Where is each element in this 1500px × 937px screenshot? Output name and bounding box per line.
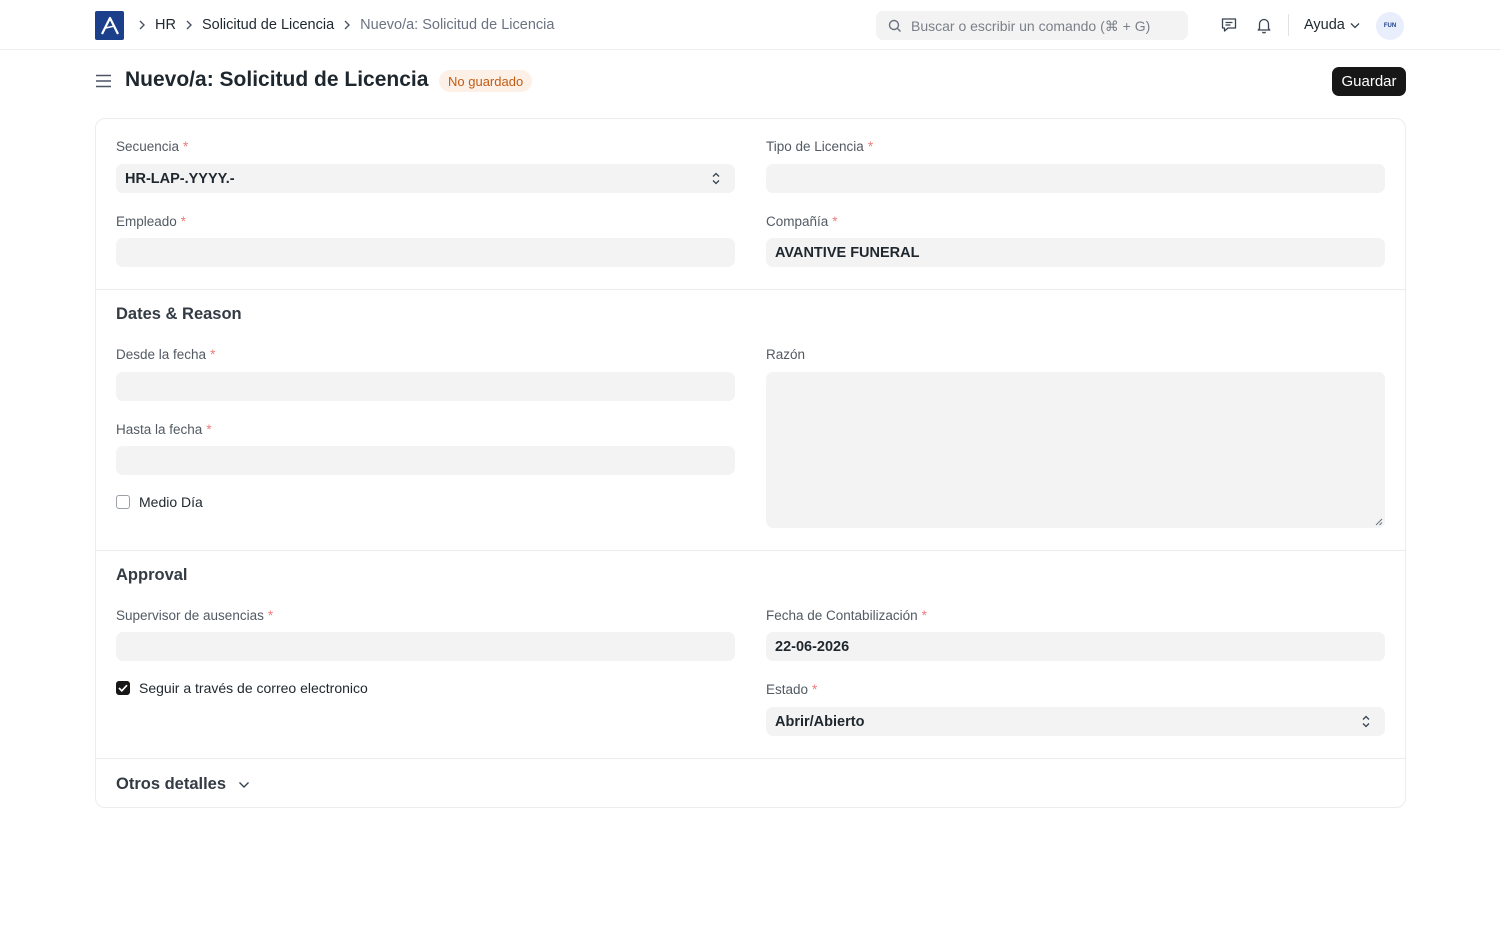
- naming-series-value: HR-LAP-.YYYY.-: [125, 170, 235, 187]
- section-divider: [96, 289, 1405, 290]
- status-select[interactable]: Abrir/Abierto: [766, 707, 1385, 736]
- approval-section-title: Approval: [116, 566, 188, 584]
- help-label: Ayuda: [1304, 17, 1345, 33]
- select-arrows-icon: [712, 172, 720, 185]
- reason-label: Razón: [766, 347, 806, 362]
- resize-handle-icon[interactable]: [1374, 517, 1383, 526]
- follow-email-label: Seguir a través de correo electronico: [139, 680, 368, 696]
- chevron-right-icon: [343, 20, 351, 30]
- leave-approver-input[interactable]: [116, 632, 735, 661]
- breadcrumb-hr[interactable]: HR: [155, 17, 176, 33]
- select-arrows-icon: [1362, 715, 1370, 728]
- leave-type-label: Tipo de Licencia *: [766, 139, 874, 154]
- breadcrumb: HR Solicitud de Licencia Nuevo/a: Solici…: [138, 0, 554, 50]
- other-details-title: Otros detalles: [116, 775, 227, 793]
- breadcrumb-current: Nuevo/a: Solicitud de Licencia: [360, 17, 555, 33]
- employee-label: Empleado *: [116, 214, 187, 229]
- leave-approver-label: Supervisor de ausencias *: [116, 608, 274, 623]
- section-divider: [96, 550, 1405, 551]
- posting-date-label: Fecha de Contabilización *: [766, 608, 927, 623]
- naming-series-select[interactable]: HR-LAP-.YYYY.-: [116, 164, 735, 193]
- avatar[interactable]: FUN: [1376, 12, 1404, 40]
- employee-input[interactable]: [116, 238, 735, 267]
- follow-email-checkbox-row[interactable]: Seguir a través de correo electronico: [116, 680, 368, 696]
- follow-email-checkbox[interactable]: [116, 681, 130, 695]
- sidebar-toggle-icon[interactable]: [95, 72, 113, 90]
- status-value: Abrir/Abierto: [775, 713, 865, 730]
- logo-icon: [100, 16, 119, 34]
- search-icon: [888, 19, 901, 32]
- half-day-checkbox[interactable]: [116, 495, 130, 509]
- from-date-input[interactable]: [116, 372, 735, 401]
- form-card: Secuencia * HR-LAP-.YYYY.- Tipo de Licenc…: [95, 118, 1406, 808]
- chevron-down-icon: [1350, 22, 1360, 28]
- reason-textarea[interactable]: [766, 372, 1385, 528]
- navbar-divider: [1288, 14, 1289, 36]
- check-icon: [118, 684, 128, 692]
- save-button[interactable]: Guardar: [1332, 67, 1406, 96]
- search-bar[interactable]: [876, 11, 1188, 40]
- status-badge: No guardado: [439, 70, 533, 92]
- other-details-toggle[interactable]: Otros detalles: [116, 775, 250, 794]
- half-day-label: Medio Día: [139, 494, 203, 510]
- section-divider: [96, 758, 1405, 759]
- chevron-right-icon: [138, 20, 146, 30]
- leave-type-input[interactable]: [766, 164, 1385, 193]
- company-label: Compañía *: [766, 214, 838, 229]
- to-date-label: Hasta la fecha *: [116, 422, 212, 437]
- from-date-label: Desde la fecha *: [116, 347, 216, 362]
- status-label: Estado *: [766, 682, 818, 697]
- help-dropdown[interactable]: Ayuda: [1304, 0, 1360, 50]
- search-input[interactable]: [911, 17, 1181, 34]
- to-date-input[interactable]: [116, 446, 735, 475]
- posting-date-input[interactable]: 22-06-2026: [766, 632, 1385, 661]
- breadcrumb-leave-application[interactable]: Solicitud de Licencia: [202, 17, 334, 33]
- chat-icon[interactable]: [1219, 15, 1239, 35]
- dates-section-title: Dates & Reason: [116, 305, 242, 323]
- company-input[interactable]: AVANTIVE FUNERAL: [766, 238, 1385, 267]
- naming-series-label: Secuencia *: [116, 139, 189, 154]
- app-logo[interactable]: [95, 11, 124, 40]
- chevron-right-icon: [185, 20, 193, 30]
- navbar: HR Solicitud de Licencia Nuevo/a: Solici…: [0, 0, 1500, 50]
- bell-icon[interactable]: [1254, 15, 1274, 35]
- chevron-down-icon: [239, 781, 250, 788]
- half-day-checkbox-row[interactable]: Medio Día: [116, 494, 203, 510]
- page-title: Nuevo/a: Solicitud de Licencia: [125, 68, 429, 91]
